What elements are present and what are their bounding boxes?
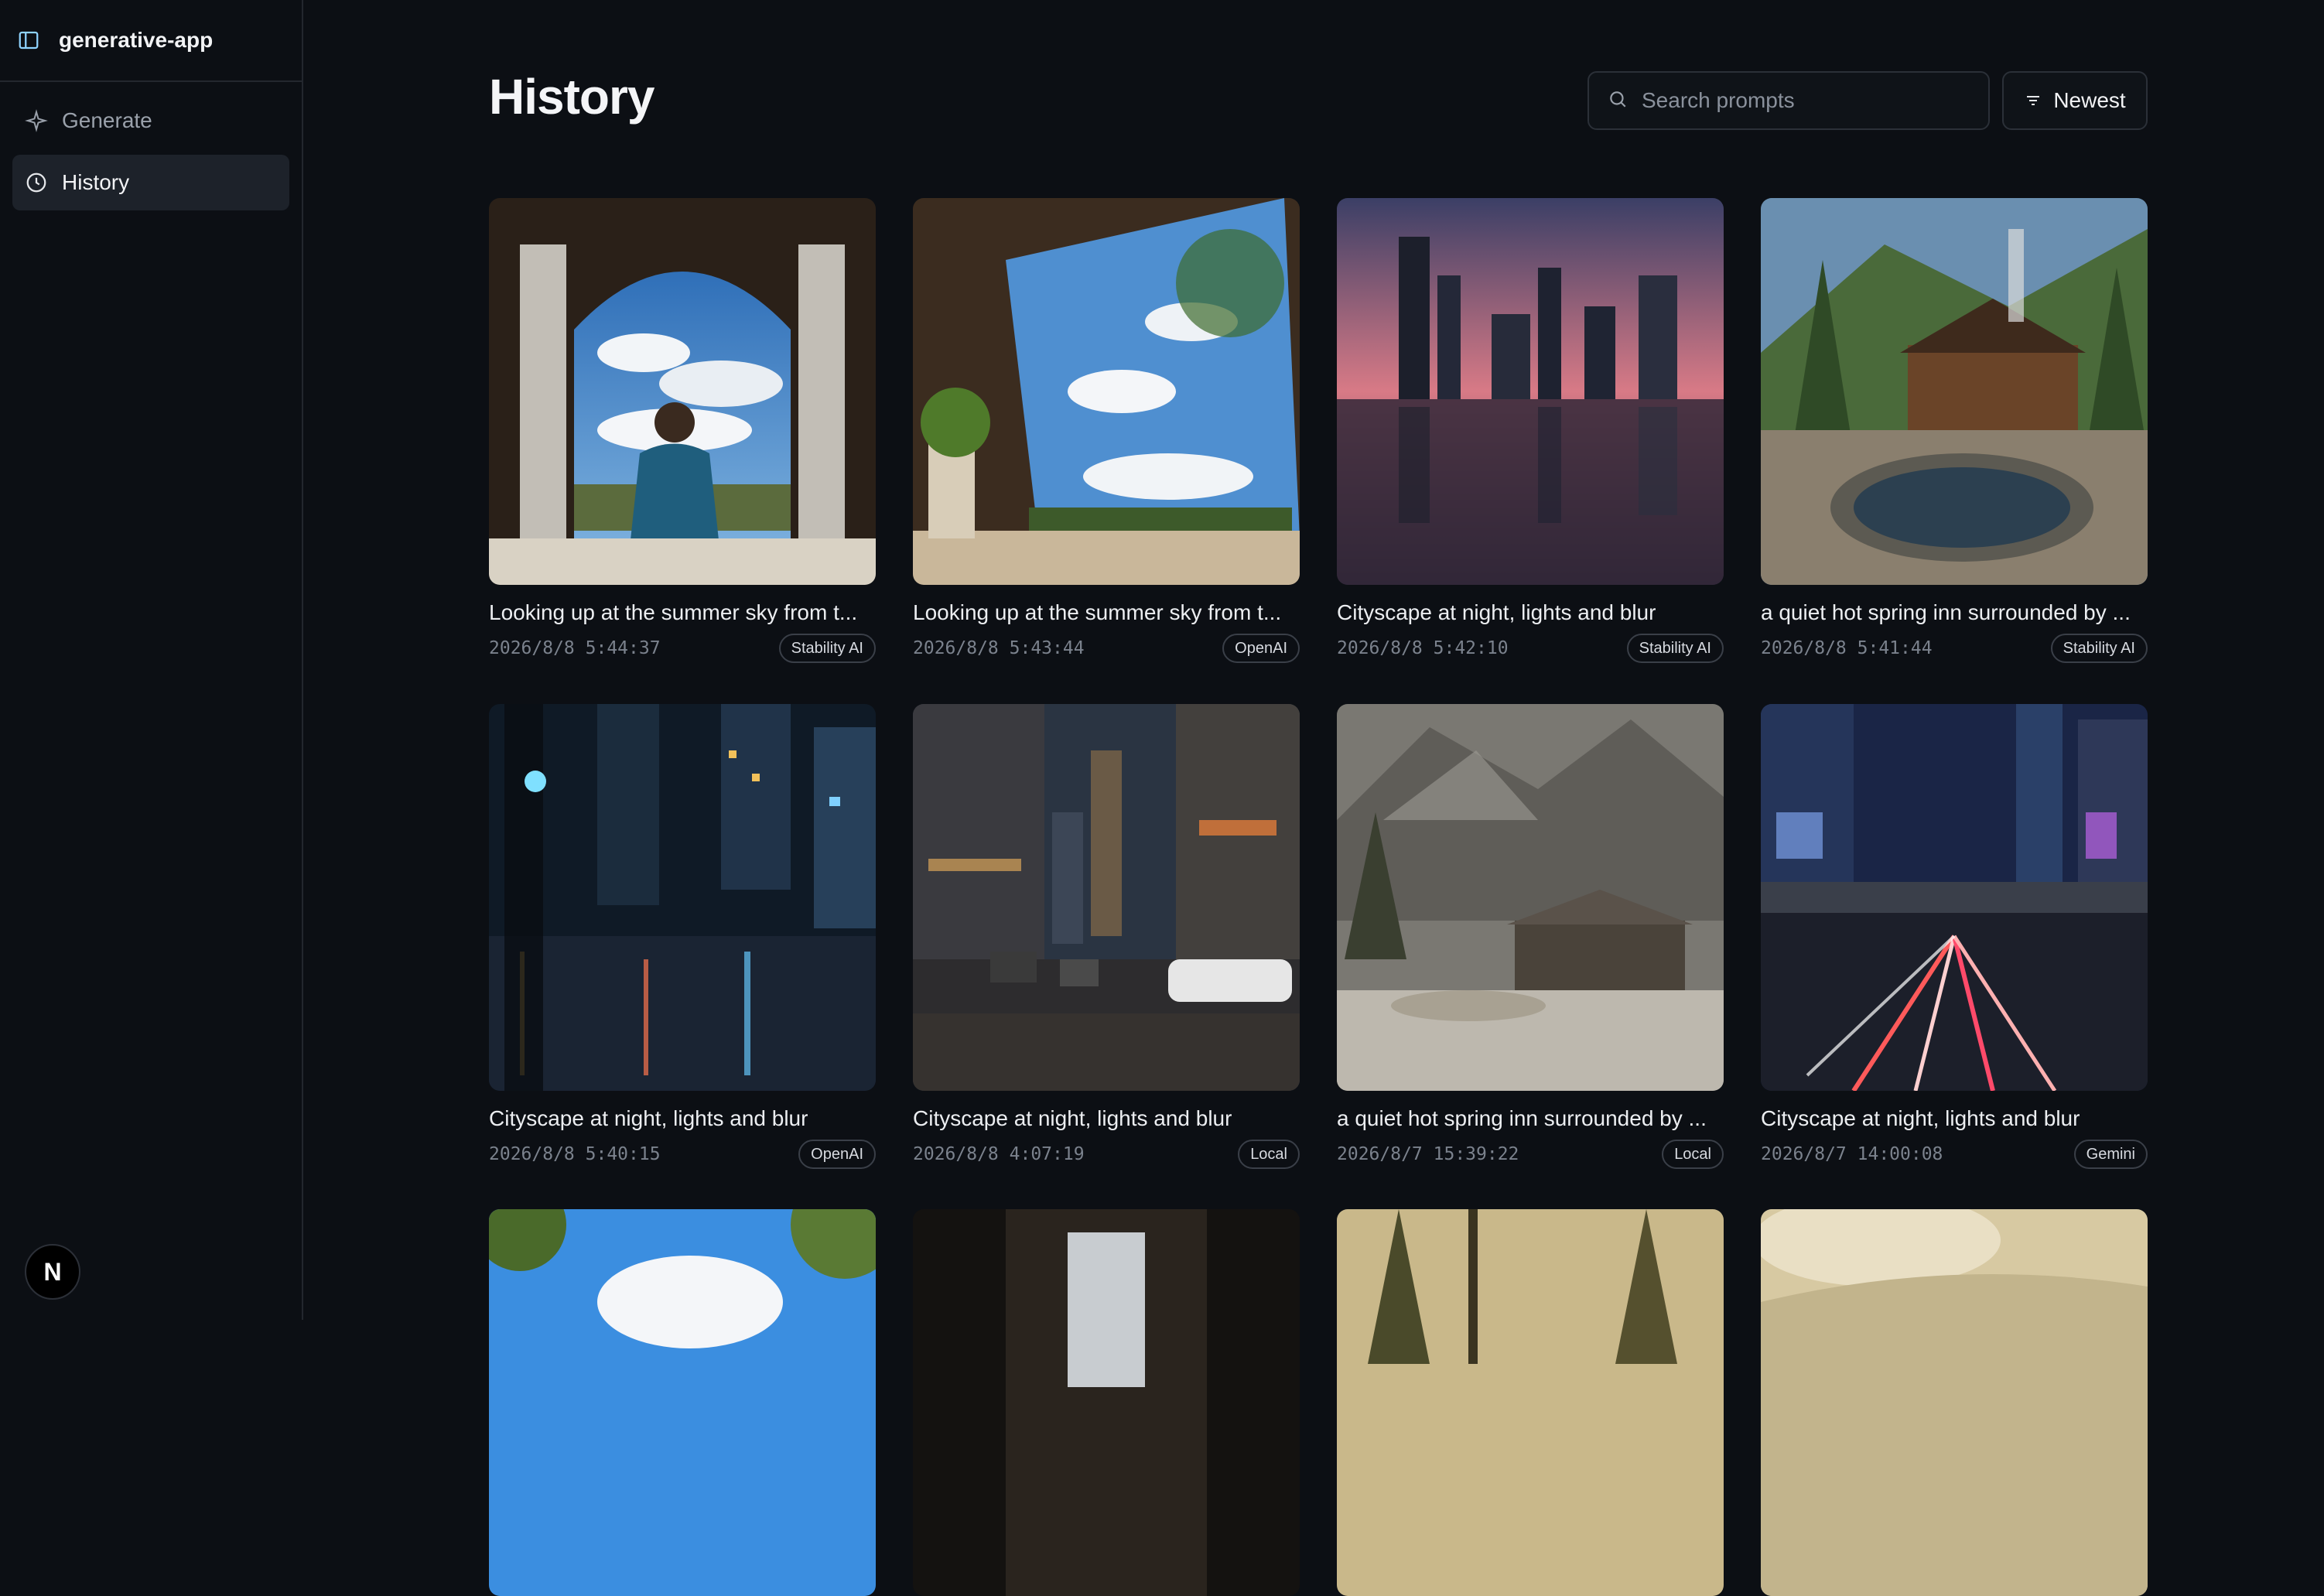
sidebar-nav: Generate History <box>0 82 302 227</box>
sidebar-toggle-icon[interactable] <box>17 28 42 53</box>
sidebar-item-label: Generate <box>62 108 152 132</box>
provider-badge: Stability AI <box>778 634 876 663</box>
card-image[interactable] <box>1761 704 2148 1091</box>
card-caption: Cityscape at night, lights and blur <box>489 1106 808 1130</box>
card-image[interactable] <box>1337 704 1724 1091</box>
card-image[interactable] <box>489 704 876 1091</box>
card-meta: 2026/8/7 14:00:08 Gemini <box>1761 1139 2148 1170</box>
card-timestamp: 2026/8/8 5:40:15 <box>489 1144 661 1164</box>
avatar[interactable]: N <box>25 1244 80 1300</box>
card-timestamp: 2026/8/8 4:07:19 <box>913 1144 1085 1164</box>
provider-badge: Stability AI <box>1626 634 1724 663</box>
history-card[interactable] <box>913 1209 1300 1596</box>
provider-badge: OpenAI <box>798 1140 876 1169</box>
sort-label: Newest <box>2053 88 2126 112</box>
card-timestamp: 2026/8/8 5:41:44 <box>1761 638 1933 658</box>
sidebar: generative-app Generate History N <box>0 0 303 1320</box>
history-card[interactable] <box>1761 1209 2148 1596</box>
provider-badge: Stability AI <box>2050 634 2148 663</box>
sparkle-icon <box>25 108 50 133</box>
card-image[interactable] <box>1761 198 2148 585</box>
provider-badge: Local <box>1238 1140 1300 1169</box>
card-meta: 2026/8/8 5:43:44 OpenAI <box>913 633 1300 664</box>
history-card[interactable]: a quiet hot spring inn surrounded by ...… <box>1337 704 1724 1170</box>
card-meta: 2026/8/8 5:40:15 OpenAI <box>489 1139 876 1170</box>
card-caption: a quiet hot spring inn surrounded by ... <box>1337 1106 1707 1130</box>
card-image[interactable] <box>913 704 1300 1091</box>
provider-badge: Gemini <box>2073 1140 2148 1169</box>
card-meta: 2026/8/7 15:39:22 Local <box>1337 1139 1724 1170</box>
page-title: History <box>489 69 654 125</box>
card-timestamp: 2026/8/8 5:43:44 <box>913 638 1085 658</box>
sidebar-item-generate[interactable]: Generate <box>12 93 289 149</box>
card-meta: 2026/8/8 4:07:19 Local <box>913 1139 1300 1170</box>
card-caption: Looking up at the summer sky from t... <box>913 600 1282 624</box>
provider-badge: Local <box>1662 1140 1724 1169</box>
card-caption: Cityscape at night, lights and blur <box>913 1106 1232 1130</box>
card-caption: a quiet hot spring inn surrounded by ... <box>1761 600 2131 624</box>
card-caption: Cityscape at night, lights and blur <box>1337 600 1656 624</box>
history-card[interactable]: Looking up at the summer sky from t... 2… <box>489 198 876 664</box>
search-icon <box>1608 89 1628 113</box>
card-timestamp: 2026/8/8 5:42:10 <box>1337 638 1509 658</box>
history-card[interactable]: Cityscape at night, lights and blur 2026… <box>1337 198 1724 664</box>
clock-icon <box>25 170 50 195</box>
card-timestamp: 2026/8/8 5:44:37 <box>489 638 661 658</box>
history-card[interactable] <box>1337 1209 1724 1596</box>
card-timestamp: 2026/8/7 15:39:22 <box>1337 1144 1519 1164</box>
card-image[interactable] <box>1337 1209 1724 1596</box>
card-meta: 2026/8/8 5:44:37 Stability AI <box>489 633 876 664</box>
card-image[interactable] <box>913 198 1300 585</box>
card-image[interactable] <box>489 1209 876 1596</box>
history-card[interactable]: Cityscape at night, lights and blur 2026… <box>913 704 1300 1170</box>
card-image[interactable] <box>1337 198 1724 585</box>
card-image[interactable] <box>489 198 876 585</box>
app-name: generative-app <box>59 28 214 52</box>
card-meta: 2026/8/8 5:41:44 Stability AI <box>1761 633 2148 664</box>
search-box[interactable] <box>1587 71 1990 130</box>
sidebar-item-history[interactable]: History <box>12 155 289 210</box>
card-caption: Looking up at the summer sky from t... <box>489 600 858 624</box>
sidebar-header: generative-app <box>0 0 302 82</box>
filter-icon <box>2024 91 2044 111</box>
history-card[interactable]: a quiet hot spring inn surrounded by ...… <box>1761 198 2148 664</box>
history-card[interactable]: Looking up at the summer sky from t... 2… <box>913 198 1300 664</box>
history-card[interactable] <box>489 1209 876 1596</box>
card-image[interactable] <box>913 1209 1300 1596</box>
history-card[interactable]: Cityscape at night, lights and blur 2026… <box>489 704 876 1170</box>
history-card[interactable]: Cityscape at night, lights and blur 2026… <box>1761 704 2148 1170</box>
card-timestamp: 2026/8/7 14:00:08 <box>1761 1144 1943 1164</box>
card-image[interactable] <box>1761 1209 2148 1596</box>
search-input[interactable] <box>1640 87 1968 114</box>
card-caption: Cityscape at night, lights and blur <box>1761 1106 2080 1130</box>
card-meta: 2026/8/8 5:42:10 Stability AI <box>1337 633 1724 664</box>
provider-badge: OpenAI <box>1222 634 1300 663</box>
sort-button[interactable]: Newest <box>2002 71 2148 130</box>
sidebar-item-label: History <box>62 170 130 194</box>
